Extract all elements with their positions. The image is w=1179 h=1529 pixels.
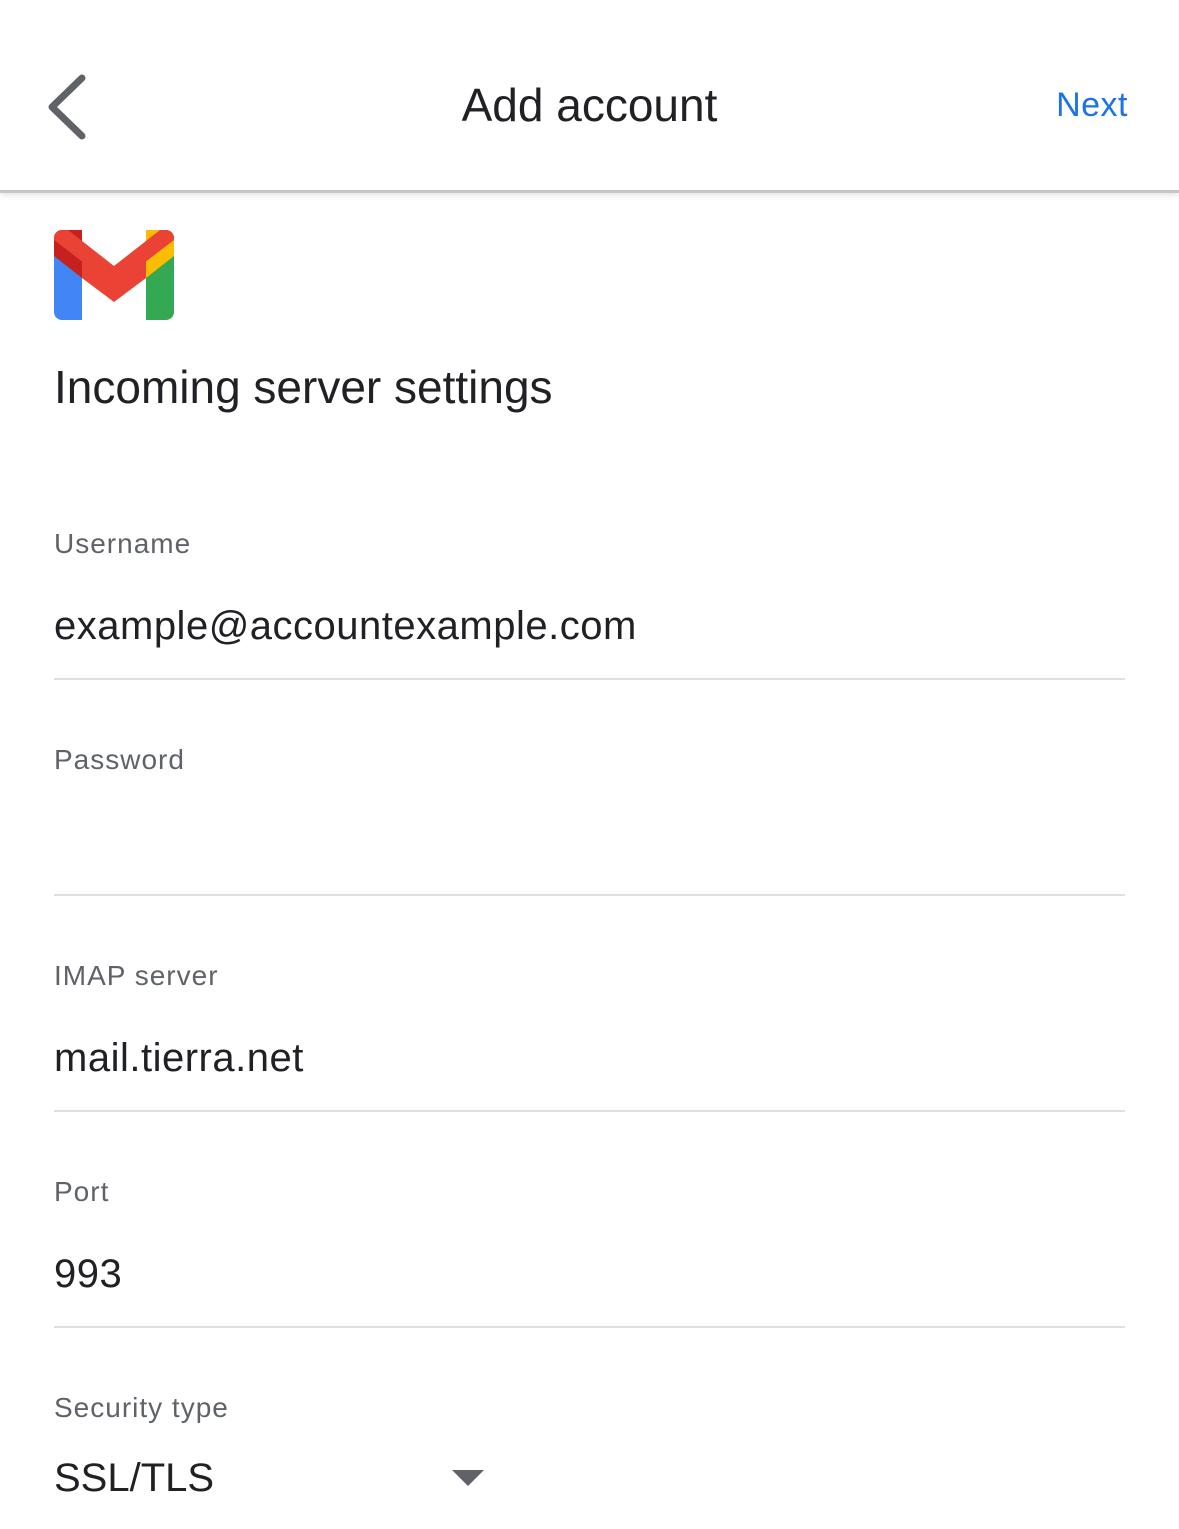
caret-down-icon[interactable] bbox=[452, 1470, 484, 1488]
username-label: Username bbox=[54, 528, 192, 559]
port-input[interactable] bbox=[54, 1246, 1125, 1302]
username-field-group: Username bbox=[54, 528, 1125, 744]
page-title: Add account bbox=[461, 79, 718, 131]
imap-server-label: IMAP server bbox=[54, 960, 219, 991]
add-account-screen: Add account Next Incoming server setting… bbox=[0, 0, 1179, 1529]
security-type-field-group: Security type SSL/TLS bbox=[54, 1392, 1125, 1529]
top-app-bar: Add account Next bbox=[0, 0, 1179, 193]
port-field-group: Port bbox=[54, 1176, 1125, 1392]
password-input[interactable] bbox=[54, 814, 1125, 870]
gmail-logo bbox=[54, 230, 174, 320]
imap-server-divider bbox=[54, 1110, 1125, 1112]
section-title: Incoming server settings bbox=[54, 361, 553, 413]
password-field-group: Password bbox=[54, 744, 1125, 960]
security-type-label: Security type bbox=[54, 1392, 229, 1423]
username-divider bbox=[54, 678, 1125, 680]
security-type-select[interactable]: SSL/TLS bbox=[54, 1456, 214, 1501]
port-divider bbox=[54, 1326, 1125, 1328]
password-divider bbox=[54, 894, 1125, 896]
imap-server-field-group: IMAP server bbox=[54, 960, 1125, 1176]
next-button[interactable]: Next bbox=[1056, 86, 1128, 125]
password-label: Password bbox=[54, 744, 185, 775]
imap-server-input[interactable] bbox=[54, 1030, 1125, 1086]
username-input[interactable] bbox=[54, 598, 1125, 654]
port-label: Port bbox=[54, 1176, 110, 1207]
